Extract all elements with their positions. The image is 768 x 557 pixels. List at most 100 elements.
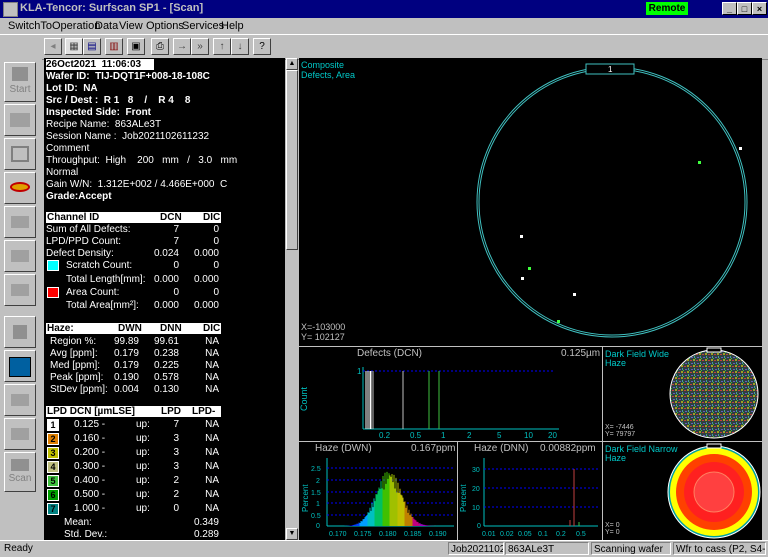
remote-badge: Remote [646,2,688,15]
lpd-bin-n: NA [205,419,219,430]
scroll-down-icon[interactable]: ▼ [286,528,298,540]
svg-text:0: 0 [316,523,320,530]
lpd-bin-swatch[interactable]: 6 [47,489,59,501]
lpd-bin-swatch[interactable]: 1 [47,419,59,431]
comment: Comment [46,143,90,154]
nav-scan-button[interactable]: Scan [4,452,36,492]
minimize-icon[interactable]: _ [722,2,737,15]
arrow-up-icon[interactable]: ↑ [213,38,231,55]
nav-sort-button[interactable] [4,418,36,450]
arrow-down-icon[interactable]: ↓ [231,38,249,55]
help-icon[interactable]: ? [253,38,271,55]
haze-dwn-histogram[interactable]: Haze (DWN) 0.167ppm 2.5 2 1.5 1 0.5 0 Pe… [299,442,457,540]
scroll-up-icon[interactable]: ▲ [286,58,298,70]
menu-operation[interactable]: Operation [52,20,100,32]
menu-options[interactable]: Options [146,20,184,32]
total-area-label: Total Area[mm²]: [66,300,139,311]
tool-prev-icon[interactable]: ◂ [44,38,62,55]
composite-wafer-map[interactable]: Composite Defects, Area 1 X=-103000 Y= 1… [299,58,762,346]
defect-point[interactable] [520,235,523,238]
stack-icon [11,284,29,296]
scroll-thumb[interactable] [286,70,298,250]
defect-point[interactable] [698,161,701,164]
lpd-bin-swatch[interactable]: 4 [47,461,59,473]
lpd-bin-n: NA [205,461,219,472]
lpd-mean-value: 0.349 [193,517,219,528]
status-job: Job20211026 [448,542,504,555]
svg-text:30: 30 [472,467,480,474]
lpd-bin-swatch[interactable]: 3 [47,447,59,459]
nav-start-button[interactable]: Start [4,62,36,102]
nav-review-button[interactable] [4,350,36,382]
defect-point[interactable] [557,320,560,323]
lpd-bin-swatch[interactable]: 7 [47,503,59,515]
double-arrow-right-icon[interactable]: » [191,38,209,55]
nav-robot-button[interactable] [4,316,36,348]
haze-dnn-plot: 30 20 10 0 Percent 0.01 0.02 0.05 0.1 0.… [459,458,598,538]
total-length-label: Total Length[mm]: [66,274,146,285]
robot-arm-icon [13,325,27,339]
nav-cassette-button[interactable] [4,206,36,238]
tool-map-icon[interactable]: ▦ [65,38,83,55]
wafer-layers-icon [10,182,30,192]
nav-recipe-button[interactable] [4,172,36,204]
defect-point[interactable] [528,267,531,270]
defect-point[interactable] [739,147,742,150]
svg-text:0.01: 0.01 [482,531,496,538]
menu-services[interactable]: Services [182,20,224,32]
nav-stack-button[interactable] [4,274,36,306]
svg-text:0.1: 0.1 [538,531,548,538]
lpd-bin-count: 2 [173,489,179,500]
nav-chart-button[interactable] [4,104,36,136]
lpd-bin-swatch[interactable]: 2 [47,433,59,445]
lpd-bin-size: 0.400 - [74,475,106,486]
svg-text:0.180: 0.180 [379,531,397,538]
channel-header: Channel ID DCN DIC [46,212,221,223]
close-icon[interactable]: × [752,2,767,15]
lpd-stdev-value: 0.289 [193,529,219,540]
status-bar: Ready Job20211026 863ALe3T Scanning wafe… [0,540,768,557]
notch-label: 1 [608,65,613,74]
dark-field-wide-haze-map[interactable]: Dark Field Wide Haze X= -7446 Y= 79797 [603,347,762,441]
area-count-label: Area Count: [66,287,120,298]
defect-point[interactable] [521,277,524,280]
svg-text:Percent: Percent [459,484,468,512]
svg-text:20: 20 [548,431,557,440]
lpd-bin-swatch[interactable]: 5 [47,475,59,487]
defect-point[interactable] [573,293,576,296]
save-icon[interactable]: ▣ [127,38,145,55]
defects-chart-plot: 1 Count 0.2 0.5 1 2 5 10 20 [299,367,559,440]
nav-grid-button[interactable] [4,138,36,170]
nav-transfer-button[interactable] [4,240,36,272]
menu-view[interactable]: View [119,20,143,32]
svg-text:1: 1 [316,501,320,508]
haze-dwn-plot: 2.5 2 1.5 1 0.5 0 Percent 0.170 0.175 0.… [301,458,454,538]
nav-clean-button[interactable] [4,384,36,416]
menu-data[interactable]: Data [95,20,118,32]
haze-header: Haze: DWN DNN DIC [46,323,221,334]
area-color-swatch[interactable] [47,287,59,298]
menu-switchto[interactable]: SwitchTo [8,20,52,32]
svg-text:0: 0 [477,523,481,530]
info-scrollbar[interactable]: ▲ ▼ [286,58,298,540]
haze-dnn-histogram[interactable]: Haze (DNN) 0.00882ppm 30 20 10 0 Percent… [458,442,602,540]
defects-dcn-chart[interactable]: Defects (DCN) 0.125µm 1 Count 0.2 0.5 1 … [299,347,602,441]
lpd-header: LPD DCN [µmLSE] LPD LPD-N [46,406,221,428]
map-coord-y: Y= 102127 [301,332,345,342]
menu-help[interactable]: Help [221,20,244,32]
scratch-color-swatch[interactable] [47,260,59,271]
restore-icon[interactable]: □ [737,2,752,15]
svg-text:Percent: Percent [301,484,310,512]
grade: Grade:Accept [46,191,112,202]
inspected-side: Inspected Side: Front [46,107,152,118]
lpd-bin-size: 0.160 - [74,433,106,444]
tool-overlay-icon[interactable]: ▤ [83,38,101,55]
dark-field-narrow-haze-map[interactable]: Dark Field Narrow Haze X= 0 Y= 0 [603,442,762,540]
lpd-mean-label: Mean: [64,517,92,528]
print-icon[interactable]: ⎙ [151,38,169,55]
map-coord-x: X=-103000 [301,322,346,332]
app-icon[interactable] [3,2,18,17]
tool-compare-icon[interactable]: ▥ [105,38,123,55]
status-state: Scanning wafer [591,542,671,555]
arrow-right-icon[interactable]: → [173,38,191,55]
